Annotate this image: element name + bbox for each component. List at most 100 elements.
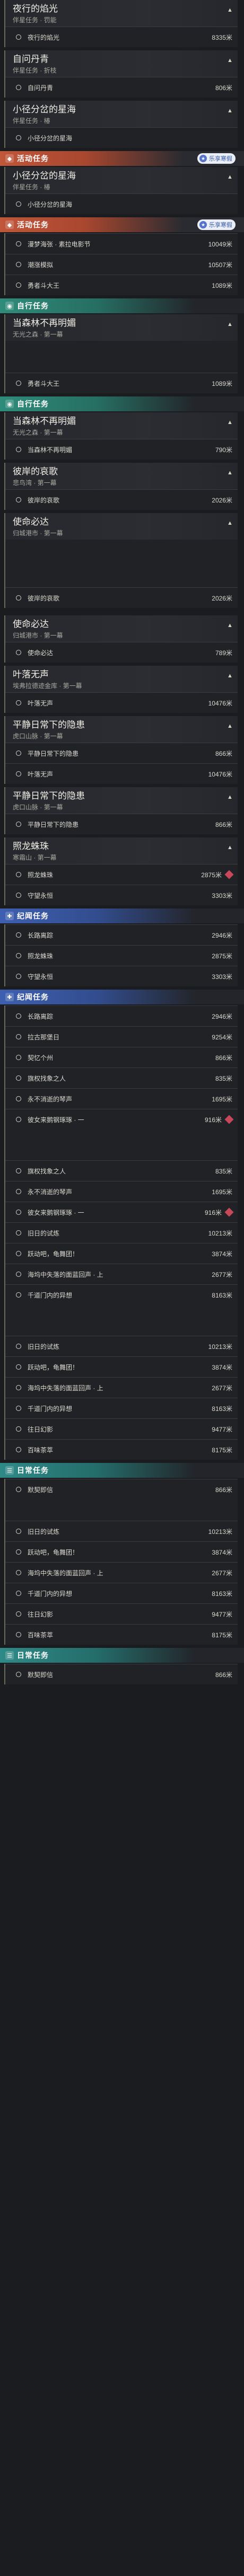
quest-objective[interactable]: 拉古那堡日 9254米 xyxy=(5,1026,238,1047)
quest-header[interactable]: 平静日常下的隐患 虎口山脉 · 第一幕 ▲ xyxy=(5,787,238,814)
quest-objective[interactable]: 百味茶萃 8175米 xyxy=(5,1624,238,1645)
quest-objective[interactable]: 照龙蛛珠 2875米 xyxy=(5,945,238,966)
quest-objective[interactable]: 彼岸的哀歌 2026米 xyxy=(5,489,238,510)
quest-objective[interactable]: 海坞中失落的面蓝回声 · 上 2677米 xyxy=(5,1264,238,1284)
collapse-icon[interactable]: ▲ xyxy=(227,673,233,679)
quest-objective[interactable]: 跃动吧，龟舞团！ 3874米 xyxy=(5,1541,238,1562)
quest-card[interactable]: 漫梦海张 · 素拉电影节 10049米 潮涨模拟 10507米 勇者斗大王 10… xyxy=(4,233,238,295)
quest-objective[interactable]: 千道门内的异想 8163米 xyxy=(5,1583,238,1603)
quest-objective[interactable]: 叶落无声 10476米 xyxy=(5,763,238,784)
quest-header[interactable]: 平静日常下的隐患 虎口山脉 · 第一幕 ▲ xyxy=(5,716,238,743)
quest-objective[interactable]: 千道门内的异想 8163米 xyxy=(5,1398,238,1418)
quest-objective[interactable]: 平静日常下的隐患 866米 xyxy=(5,814,238,834)
section-header-roaming[interactable]: ◉ 自行任务 xyxy=(0,298,244,313)
quest-objective[interactable]: 彼女来鹅钢琢琢 · 一 916米 xyxy=(5,1109,238,1130)
collapse-icon[interactable]: ▲ xyxy=(227,420,233,426)
collapse-icon[interactable]: ▲ xyxy=(227,470,233,476)
quest-card[interactable]: 照龙蛛珠 寒霜山 · 第一幕 ▲ 照龙蛛珠 2875米 守望永恒 3303米 xyxy=(4,837,238,905)
quest-card[interactable]: 当森林不再明媚 无光之森 · 第一幕 ▲ xyxy=(4,314,238,373)
quest-objective[interactable]: 永不消逝的琴声 1695米 xyxy=(5,1088,238,1109)
section-header-discipline[interactable]: ✚ 纪闻任务 xyxy=(0,908,244,923)
quest-header[interactable]: 照龙蛛珠 寒霜山 · 第一幕 ▲ xyxy=(5,837,238,864)
quest-objective[interactable]: 自问丹青 806米 xyxy=(5,77,238,98)
quest-objective[interactable]: 叶落无声 10476米 xyxy=(5,692,238,713)
quest-objective[interactable]: 勇者斗大王 1089米 xyxy=(5,373,238,393)
quest-objective[interactable]: 旧日的试炼 10213米 xyxy=(5,1222,238,1243)
collapse-icon[interactable]: ▲ xyxy=(227,58,233,64)
quest-objective[interactable]: 夜行的焰光 8335米 xyxy=(5,27,238,47)
collapse-icon[interactable]: ▲ xyxy=(227,7,233,13)
section-header-daily[interactable]: ☰ 日常任务 xyxy=(0,1463,244,1478)
quest-objective[interactable]: 百味茶萃 8175米 xyxy=(5,1439,238,1460)
collapse-icon[interactable]: ▲ xyxy=(227,724,233,729)
quest-objective[interactable]: 彼女来鹅钢琢琢 · 一 916米 xyxy=(5,1202,238,1222)
quest-objective[interactable]: 长路离踪 2946米 xyxy=(5,1005,238,1026)
quest-objective[interactable]: 小径分岔的星海 xyxy=(5,193,238,214)
quest-header[interactable]: 使命必达 归城港市 · 第一幕 ▲ xyxy=(5,513,238,540)
quest-objective[interactable]: 千道门内的异想 8163米 xyxy=(5,1284,238,1305)
quest-header[interactable]: 自问丹青 伴星任务 · 折枝 ▲ xyxy=(5,50,238,77)
quest-card[interactable]: 默契即信 866米 xyxy=(4,1664,238,1684)
event-badge[interactable]: ★ 乐享寒假 xyxy=(197,219,236,230)
collapse-icon[interactable]: ▲ xyxy=(227,322,233,328)
quest-objective[interactable]: 永不消逝的琴声 1695米 xyxy=(5,1181,238,1202)
quest-objective[interactable]: 旗权找象之人 835米 xyxy=(5,1068,238,1088)
quest-objective[interactable]: 平静日常下的隐患 866米 xyxy=(5,743,238,763)
quest-objective[interactable]: 跃动吧，龟舞团！ 3874米 xyxy=(5,1356,238,1377)
quest-header[interactable]: 小径分岔的星海 伴星任务 · 椿 ▲ xyxy=(5,101,238,127)
collapse-icon[interactable]: ▲ xyxy=(227,845,233,851)
quest-objective[interactable]: 守望永恒 3303米 xyxy=(5,885,238,905)
quest-card[interactable]: 自问丹青 伴星任务 · 折枝 ▲ 自问丹青 806米 xyxy=(4,50,238,98)
quest-card[interactable]: 使命必达 归城港市 · 第一幕 ▲ 使命必达 789米 xyxy=(4,615,238,663)
quest-card[interactable]: 彼岸的哀歌 悲鸟湾 · 第一幕 ▲ 彼岸的哀歌 2026米 xyxy=(4,463,238,510)
quest-objective[interactable]: 默契即信 866米 xyxy=(5,1479,238,1499)
quest-header[interactable]: 叶落无声 埃弗拉德迹金库 · 第一幕 ▲ xyxy=(5,666,238,692)
quest-objective[interactable]: 漫梦海张 · 素拉电影节 10049米 xyxy=(5,233,238,254)
collapse-icon[interactable]: ▲ xyxy=(227,174,233,180)
quest-objective[interactable]: 契忆个州 866米 xyxy=(5,1047,238,1068)
quest-header[interactable]: 彼岸的哀歌 悲鸟湾 · 第一幕 ▲ xyxy=(5,463,238,489)
quest-objective[interactable]: 照龙蛛珠 2875米 xyxy=(5,864,238,885)
collapse-icon[interactable]: ▲ xyxy=(227,795,233,800)
quest-card[interactable]: 长路离踪 2946米 照龙蛛珠 2875米 守望永恒 3303米 xyxy=(4,924,238,986)
quest-card[interactable]: 平静日常下的隐患 虎口山脉 · 第一幕 ▲ 平静日常下的隐患 866米 xyxy=(4,787,238,834)
quest-objective[interactable]: 旧日的试炼 10213米 xyxy=(5,1336,238,1356)
quest-objective[interactable]: 旧日的试炼 10213米 xyxy=(5,1521,238,1541)
quest-card[interactable]: 叶落无声 埃弗拉德迹金库 · 第一幕 ▲ 叶落无声 10476米 xyxy=(4,666,238,713)
quest-header[interactable]: 当森林不再明媚 无光之森 · 第一幕 ▲ xyxy=(5,314,238,341)
quest-objective[interactable]: 海坞中失落的面蓝回声 · 上 2677米 xyxy=(5,1377,238,1398)
quest-card[interactable]: 平静日常下的隐患 虎口山脉 · 第一幕 ▲ 平静日常下的隐患 866米 叶落无声… xyxy=(4,716,238,784)
collapse-icon[interactable]: ▲ xyxy=(227,521,233,526)
quest-objective[interactable]: 往日幻影 9477米 xyxy=(5,1603,238,1624)
collapse-icon[interactable]: ▲ xyxy=(227,623,233,629)
quest-card[interactable]: 勇者斗大王 1089米 xyxy=(4,373,238,393)
collapse-icon[interactable]: ▲ xyxy=(227,108,233,114)
quest-card[interactable]: 小径分岔的星海 伴星任务 · 椿 ▲ 小径分岔的星海 xyxy=(4,167,238,214)
section-header-activity[interactable]: ◆ 活动任务 ★ 乐享寒假 xyxy=(0,151,244,166)
quest-objective[interactable]: 勇者斗大王 1089米 xyxy=(5,275,238,295)
quest-header[interactable]: 使命必达 归城港市 · 第一幕 ▲ xyxy=(5,615,238,642)
quest-objective[interactable]: 小径分岔的星海 xyxy=(5,127,238,148)
quest-objective[interactable]: 彼岸的哀歌 2026米 xyxy=(5,587,238,608)
quest-objective[interactable]: 旗权找象之人 835米 xyxy=(5,1160,238,1181)
quest-objective[interactable]: 默契即信 866米 xyxy=(5,1664,238,1684)
quest-header[interactable]: 当森林不再明媚 无光之森 · 第一幕 ▲ xyxy=(5,412,238,439)
quest-objective[interactable]: 使命必达 789米 xyxy=(5,642,238,663)
section-header-daily[interactable]: ☰ 日常任务 xyxy=(0,1648,244,1663)
quest-card[interactable]: 默契即信 866米 旧日的试炼 10213米 跃动吧，龟舞团！ 3874米 海坞中失落… xyxy=(4,1479,238,1645)
event-badge[interactable]: ★ 乐享寒假 xyxy=(197,153,236,164)
section-header-discipline[interactable]: ✚ 纪闻任务 xyxy=(0,990,244,1004)
quest-card[interactable]: 夜行的焰光 伴星任务 · 罚能 ▲ 夜行的焰光 8335米 xyxy=(4,0,238,47)
quest-objective[interactable]: 当森林不再明媚 790米 xyxy=(5,439,238,460)
quest-objective[interactable]: 海坞中失落的面蓝回声 · 上 2677米 xyxy=(5,1562,238,1583)
quest-objective[interactable]: 往日幻影 9477米 xyxy=(5,1418,238,1439)
quest-header[interactable]: 夜行的焰光 伴星任务 · 罚能 ▲ xyxy=(5,0,238,27)
section-header-roaming[interactable]: ◉ 自行任务 xyxy=(0,396,244,411)
quest-card[interactable]: 使命必达 归城港市 · 第一幕 ▲ 彼岸的哀歌 2026米 xyxy=(4,513,238,608)
quest-objective[interactable]: 潮涨模拟 10507米 xyxy=(5,254,238,275)
quest-objective[interactable]: 跃动吧，龟舞团！ 3874米 xyxy=(5,1243,238,1264)
quest-card[interactable]: 长路离踪 2946米 拉古那堡日 9254米 契忆个州 866米 旗权找象之人 835米… xyxy=(4,1005,238,1460)
quest-objective[interactable]: 长路离踪 2946米 xyxy=(5,924,238,945)
quest-header[interactable]: 小径分岔的星海 伴星任务 · 椿 ▲ xyxy=(5,167,238,193)
quest-card[interactable]: 小径分岔的星海 伴星任务 · 椿 ▲ 小径分岔的星海 xyxy=(4,101,238,148)
